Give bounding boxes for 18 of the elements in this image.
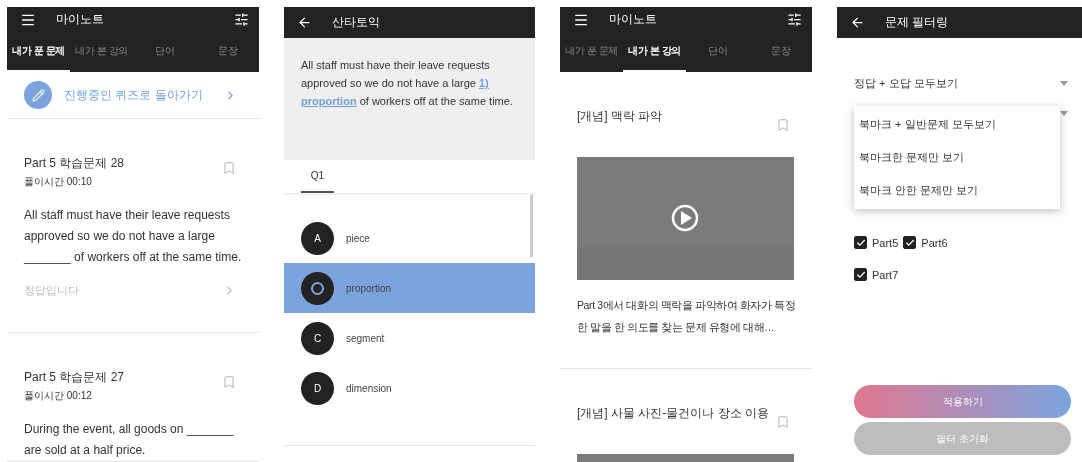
lecture-title: [개념] 사물 사진-물건이나 장소 이용 xyxy=(577,405,770,422)
screen-title: 마이노트 xyxy=(56,11,105,28)
screen-title: 산타토익 xyxy=(332,14,381,31)
passage-text: All staff must have their leave requests approved so we do not have a large 1) proportion of workers off at the same time. xyxy=(301,58,514,109)
choice-letter: C xyxy=(301,321,334,355)
screen-title: 마이노트 xyxy=(609,11,658,28)
lecture-description: Part 3에서 대화의 맥락을 파악하여 화자가 특정한 말을 한 의도를 찾는 문제 유형에 대해… xyxy=(577,298,796,335)
solve-time: 풀이시간 00:12 xyxy=(24,389,93,403)
choice-letter: A xyxy=(301,221,334,255)
solve-time: 풀이시간 00:10 xyxy=(24,175,93,189)
question-text: All staff must have their leave requests approved so we do not have a large _______ of workers off at the same time. xyxy=(24,207,242,266)
question-title: Part 5 학습문제 28 xyxy=(24,155,126,172)
choice-letter: D xyxy=(301,371,334,405)
lecture-title: [개념] 맥락 파악 xyxy=(577,108,664,125)
result-text: 정답입니다 xyxy=(24,282,79,298)
question-text: During the event, all goods on _______ are sold at a half price. xyxy=(24,421,235,459)
question-title: Part 5 학습문제 27 xyxy=(24,369,126,386)
screen-title: 문제 필터링 xyxy=(885,14,950,31)
